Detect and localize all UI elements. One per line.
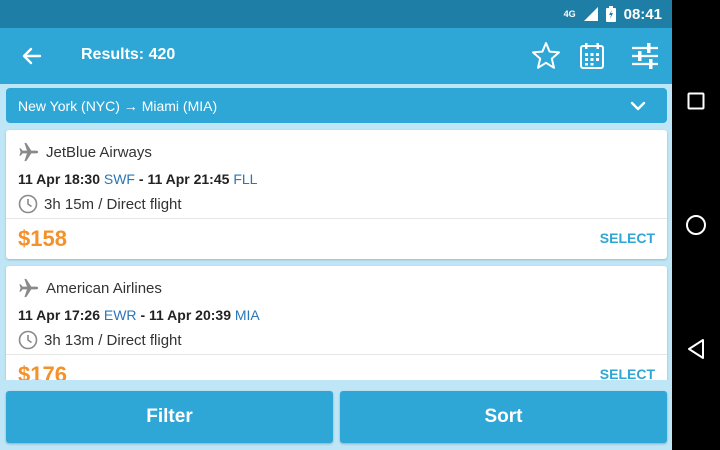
flight-card[interactable]: JetBlue Airways 11 Apr 18:30 SWF - 11 Ap… [6,130,667,259]
airline-row: JetBlue Airways [18,142,152,162]
recents-button[interactable] [684,89,708,113]
back-nav-button[interactable] [684,337,708,361]
arrive-time: 11 Apr 20:39 [149,307,231,323]
airline-name: American Airlines [46,279,162,297]
clock-icon [18,194,38,214]
chevron-down-icon [630,101,646,111]
duration-row: 3h 13m / Direct flight [18,330,182,350]
route-selector[interactable]: New York (NYC) → Miami (MIA) [6,88,667,123]
flight-card[interactable]: American Airlines 11 Apr 17:26 EWR - 11 … [6,266,667,390]
route-label: New York (NYC) → Miami (MIA) [18,98,218,114]
duration-row: 3h 15m / Direct flight [18,194,182,214]
home-button[interactable] [684,213,708,237]
back-button[interactable] [18,42,46,70]
card-divider [6,354,667,355]
duration-text: 3h 13m / Direct flight [44,331,182,349]
page-title: Results: 420 [81,46,176,63]
app-bar: Results: 420 [0,28,672,84]
airplane-icon [19,278,39,298]
network-type: 4G [563,9,576,19]
sliders-icon [632,43,658,69]
depart-time: 11 Apr 18:30 [18,171,100,187]
card-divider [6,218,667,219]
price: $158 [18,226,67,251]
system-nav-bar [672,0,720,450]
flight-times: 11 Apr 17:26 EWR - 11 Apr 20:39 MIA [18,307,260,323]
duration-text: 3h 15m / Direct flight [44,195,182,213]
signal-icon [583,7,598,21]
home-circle-icon [686,215,706,235]
time-separator: - [140,307,146,323]
star-outline-icon [532,42,560,69]
calendar-icon [580,43,604,69]
filter-settings-button[interactable] [628,39,662,73]
filter-button[interactable]: Filter [6,391,333,443]
recents-square-icon [687,92,705,110]
results-list[interactable]: New York (NYC) → Miami (MIA) JetBlue Air… [0,84,672,390]
favorite-button[interactable] [529,39,563,73]
back-triangle-icon [688,339,704,359]
select-button[interactable]: SELECT [600,230,655,246]
airline-row: American Airlines [18,278,162,298]
bottom-action-bar: Filter Sort [0,380,672,450]
depart-time: 11 Apr 17:26 [18,307,100,323]
sort-button[interactable]: Sort [340,391,667,443]
airplane-icon [19,142,39,162]
airline-name: JetBlue Airways [46,143,152,161]
arrive-airport: MIA [234,307,260,323]
flight-times: 11 Apr 18:30 SWF - 11 Apr 21:45 FLL [18,171,257,187]
status-icons: 4G 08:41 [564,4,662,24]
arrow-back-icon [22,47,42,65]
depart-airport: SWF [103,171,135,187]
arrive-airport: FLL [233,171,258,187]
clock: 08:41 [623,5,662,23]
clock-icon [18,330,38,350]
arrive-time: 11 Apr 21:45 [147,171,230,187]
status-bar: 4G 08:41 [0,0,672,28]
time-separator: - [138,171,144,187]
battery-charging-icon [605,6,616,22]
calendar-button[interactable] [575,39,609,73]
depart-airport: EWR [103,307,137,323]
